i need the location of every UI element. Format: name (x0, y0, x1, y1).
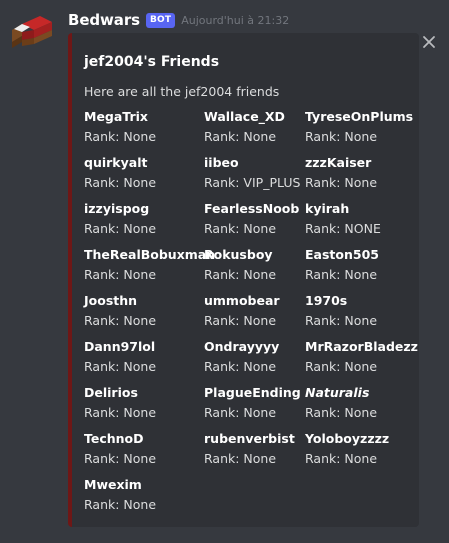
friend-field: Mwexim Rank: None (84, 472, 204, 518)
friend-rank: Rank: None (84, 497, 157, 512)
friend-rank: Rank: None (305, 451, 378, 466)
friend-name: TyreseOnPlums (305, 109, 414, 124)
friend-name: Naturalis (305, 385, 370, 400)
friend-rank: Rank: None (204, 221, 277, 236)
friend-field: FearlessNoob Rank: None (204, 196, 305, 242)
friend-field: Ondrayyyy Rank: None (204, 334, 305, 380)
friend-name: quirkyalt (84, 155, 148, 170)
message-header: Bedwars BOT Aujourd'hui à 21:32 (68, 11, 289, 29)
friend-field: TechnoD Rank: None (84, 426, 204, 472)
close-button[interactable] (422, 34, 436, 48)
friend-rank: Rank: None (305, 359, 378, 374)
friend-name: PlagueEnding (204, 385, 301, 400)
friend-name: 1970s (305, 293, 348, 308)
bed-icon (12, 16, 52, 48)
friend-rank: Rank: None (204, 451, 277, 466)
friend-field: Dann97lol Rank: None (84, 334, 204, 380)
friend-name: kyirah (305, 201, 350, 216)
friend-name: TheRealBobuxman (84, 247, 216, 262)
friend-name: rubenverbist (204, 431, 295, 446)
author-name[interactable]: Bedwars (68, 11, 140, 29)
friend-field: Delirios Rank: None (84, 380, 204, 426)
bot-avatar[interactable] (8, 12, 54, 52)
friend-rank: Rank: None (84, 129, 157, 144)
friend-field: PlagueEnding Rank: None (204, 380, 305, 426)
friend-rank: Rank: None (305, 175, 378, 190)
friend-rank: Rank: NONE (305, 221, 381, 236)
embed-title: jef2004's Friends (84, 54, 220, 70)
friend-rank: Rank: None (305, 313, 378, 328)
friend-rank: Rank: None (204, 267, 277, 282)
message-timestamp: Aujourd'hui à 21:32 (181, 13, 290, 27)
friend-rank: Rank: VIP_PLUS (204, 175, 301, 190)
friend-rank: Rank: None (84, 359, 157, 374)
friend-name: izzyispog (84, 201, 150, 216)
friend-field: TyreseOnPlums Rank: None (305, 104, 415, 150)
embed-description: Here are all the jef2004 friends (84, 84, 280, 99)
friend-rank: Rank: None (84, 267, 157, 282)
friend-field: rubenverbist Rank: None (204, 426, 305, 472)
friends-embed: jef2004's Friends Here are all the jef20… (68, 33, 419, 527)
friend-name: Mwexim (84, 477, 142, 492)
friend-name: FearlessNoob (204, 201, 300, 216)
friend-rank: Rank: None (305, 405, 378, 420)
friend-rank: Rank: None (204, 359, 277, 374)
friend-rank: Rank: None (84, 175, 157, 190)
friend-name: Delirios (84, 385, 138, 400)
friend-field: ummobear Rank: None (204, 288, 305, 334)
friend-name: MrRazorBladezz (305, 339, 418, 354)
friend-rank: Rank: None (84, 405, 157, 420)
friend-field: Joosthn Rank: None (84, 288, 204, 334)
friend-field: Wallace_XD Rank: None (204, 104, 305, 150)
friend-rank: Rank: None (204, 313, 277, 328)
friend-name: Ondrayyyy (204, 339, 280, 354)
friend-field: kyirah Rank: NONE (305, 196, 415, 242)
friend-rank: Rank: None (84, 451, 157, 466)
friend-field: Naturalis Rank: None (305, 380, 415, 426)
friend-name: ummobear (204, 293, 280, 308)
friend-name: Joosthn (84, 293, 138, 308)
bot-badge: BOT (145, 12, 176, 28)
friend-name: Rokusboy (204, 247, 273, 262)
friend-rank: Rank: None (84, 313, 157, 328)
friend-name: Yoloboyzzzz (305, 431, 390, 446)
friend-field: Rokusboy Rank: None (204, 242, 305, 288)
friend-field: Easton505 Rank: None (305, 242, 415, 288)
friend-name: MegaTrix (84, 109, 148, 124)
friends-field-grid: MegaTrix Rank: None Wallace_XD Rank: None Ty… (84, 104, 418, 518)
friend-field: TheRealBobuxman Rank: None (84, 242, 216, 288)
friend-field: izzyispog Rank: None (84, 196, 204, 242)
friend-name: TechnoD (84, 431, 144, 446)
friend-rank: Rank: None (204, 129, 277, 144)
friend-rank: Rank: None (84, 221, 157, 236)
friend-rank: Rank: None (305, 267, 378, 282)
friend-field: zzzKaiser Rank: None (305, 150, 415, 196)
friend-field: MrRazorBladezz Rank: None (305, 334, 418, 380)
friend-name: Wallace_XD (204, 109, 285, 124)
friend-field: quirkyalt Rank: None (84, 150, 204, 196)
friend-rank: Rank: None (204, 405, 277, 420)
close-icon (423, 36, 435, 48)
friend-name: iibeo (204, 155, 239, 170)
friend-field: iibeo Rank: VIP_PLUS (204, 150, 305, 196)
friend-rank: Rank: None (305, 129, 378, 144)
friend-field: MegaTrix Rank: None (84, 104, 204, 150)
friend-field: 1970s Rank: None (305, 288, 415, 334)
friend-field: Yoloboyzzzz Rank: None (305, 426, 415, 472)
friend-name: zzzKaiser (305, 155, 372, 170)
friend-name: Easton505 (305, 247, 379, 262)
friend-name: Dann97lol (84, 339, 156, 354)
